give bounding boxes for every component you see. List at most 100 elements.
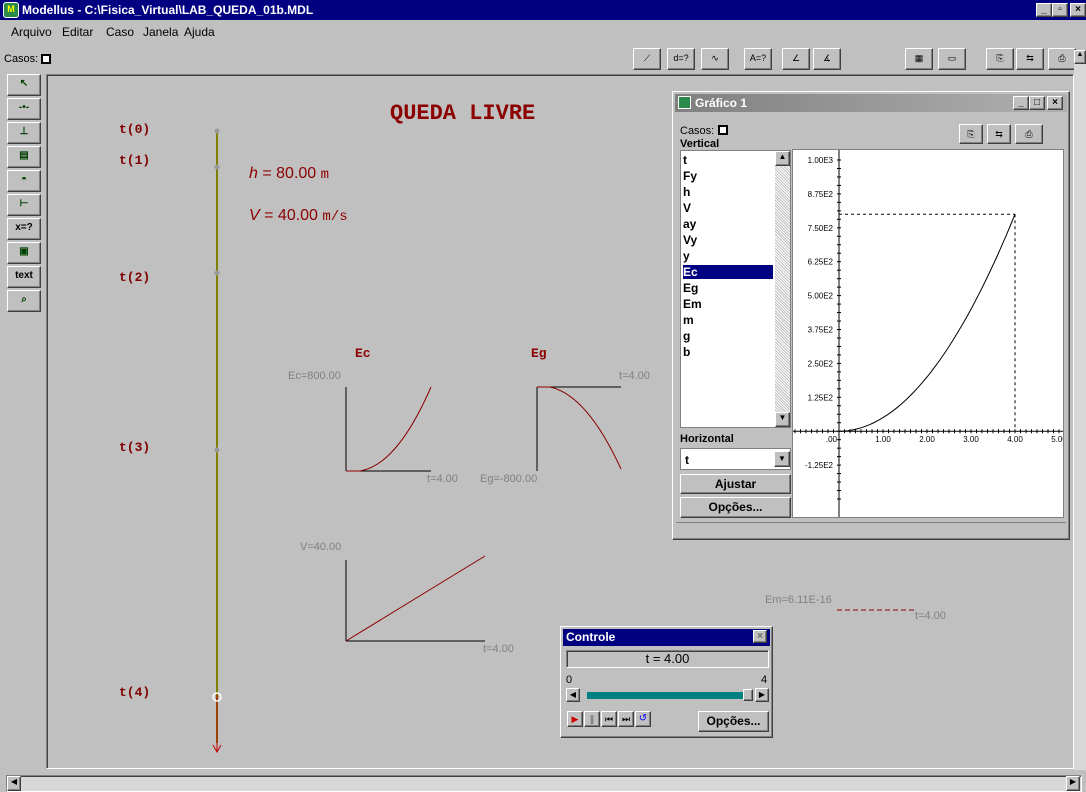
graph-minimize-button[interactable]: _ bbox=[1013, 96, 1029, 110]
ec-max-label: Ec=800.00 bbox=[288, 370, 341, 382]
graph-window[interactable]: Gráfico 1 _ □ × Casos: Vertical ⎘ ⇆ ⎙ t … bbox=[672, 91, 1070, 540]
text-tool-button[interactable]: text bbox=[7, 266, 41, 288]
play-icon[interactable]: ▶ bbox=[567, 711, 583, 727]
model-curve-icon[interactable]: ∿ bbox=[701, 48, 729, 70]
control-opcoes-button[interactable]: Opções... bbox=[698, 711, 769, 732]
variable-icon[interactable]: x=? bbox=[7, 218, 41, 240]
vertical-label: Vertical bbox=[680, 138, 720, 150]
graph-opcoes-button[interactable]: Opções... bbox=[680, 497, 791, 518]
list-item[interactable]: ay bbox=[683, 217, 773, 231]
control-close-button[interactable]: × bbox=[753, 630, 767, 643]
y-tick-label: 6.25E2 bbox=[808, 258, 834, 267]
graph-casos-checkbox[interactable] bbox=[718, 125, 728, 135]
list-item[interactable]: t bbox=[683, 153, 773, 167]
x-tick-label: 4.00 bbox=[1007, 435, 1023, 444]
control-title: Controle bbox=[566, 630, 616, 644]
list-item[interactable]: Em bbox=[683, 297, 773, 311]
rewind-icon[interactable]: ⏮ bbox=[601, 711, 617, 727]
pause-icon[interactable]: ❚ bbox=[584, 711, 600, 727]
v-readout: V = 40.00 m/s bbox=[249, 207, 348, 225]
ec-t-label: t=4.00 bbox=[427, 473, 458, 485]
v-t-label: t=4.00 bbox=[483, 643, 514, 655]
scroll-right-icon[interactable]: ▶ bbox=[1066, 776, 1080, 791]
time-slider[interactable] bbox=[581, 689, 754, 701]
list-item[interactable]: Eg bbox=[683, 281, 773, 295]
series-line bbox=[838, 214, 1016, 432]
list-item[interactable]: g bbox=[683, 329, 773, 343]
slider-thumb[interactable] bbox=[743, 689, 753, 701]
list-item[interactable]: h bbox=[683, 185, 773, 199]
print-icon[interactable]: ⎙ bbox=[1048, 48, 1076, 70]
list-item[interactable]: b bbox=[683, 345, 773, 359]
slider-left-icon[interactable]: ◀ bbox=[566, 688, 580, 702]
ajustar-button[interactable]: Ajustar bbox=[680, 474, 791, 494]
casos-checkbox[interactable] bbox=[41, 54, 51, 64]
menu-caso[interactable]: Caso bbox=[106, 25, 134, 39]
particle-icon[interactable]: -•- bbox=[7, 98, 41, 120]
h-value: = 80.00 bbox=[262, 165, 317, 182]
graph-plot-area[interactable]: 1.00E3 8.75E2 7.50E2 6.25E2 5.00E2 3.75E2 2.50… bbox=[792, 149, 1067, 518]
restore-button[interactable]: ▫ bbox=[1052, 3, 1068, 17]
graph-maximize-button[interactable]: □ bbox=[1029, 96, 1045, 110]
angle-icon[interactable]: ∡ bbox=[813, 48, 841, 70]
menu-arquivo[interactable]: Arquivo bbox=[11, 25, 52, 39]
x-tick-label: .00 bbox=[826, 435, 838, 444]
measure-icon[interactable]: ⌕ bbox=[7, 290, 41, 312]
y-tick-label: 8.75E2 bbox=[808, 190, 834, 199]
slider-right-icon[interactable]: ▶ bbox=[755, 688, 769, 702]
model-dt-icon[interactable]: d=? bbox=[667, 48, 695, 70]
graph-window-titlebar[interactable]: Gráfico 1 _ □ × bbox=[675, 94, 1067, 112]
horizontal-scrollbar[interactable]: ◀ ▶ bbox=[6, 775, 1082, 792]
toolbar: Casos: ⟋ d=? ∿ A=? ∠ ∡ ▦ ▭ ⎘ ⇆ ⎙ bbox=[0, 47, 1086, 71]
time-label-2: t(2) bbox=[119, 270, 151, 285]
control-titlebar[interactable]: Controle × bbox=[563, 629, 770, 646]
graph-icon[interactable]: ⊢ bbox=[7, 194, 41, 216]
gauge-icon[interactable]: ◓ bbox=[7, 170, 41, 192]
list-scrollbar[interactable] bbox=[775, 151, 790, 427]
step-icon[interactable]: ⏭ bbox=[618, 711, 634, 727]
list-item[interactable]: m bbox=[683, 313, 773, 327]
menu-ajuda[interactable]: Ajuda bbox=[184, 25, 215, 39]
list-item[interactable]: y bbox=[683, 249, 773, 263]
control-window[interactable]: Controle × t = 4.00 0 4 ◀ ▶ ▶ ❚ ⏮ ⏭ ↺ Op… bbox=[560, 626, 773, 738]
h-var: h bbox=[249, 165, 258, 182]
vector-icon[interactable]: ⊥ bbox=[7, 122, 41, 144]
graph-print-icon[interactable]: ⎙ bbox=[1015, 124, 1043, 144]
graph-copypaste-icon[interactable]: ⇆ bbox=[987, 124, 1011, 144]
chevron-down-icon[interactable]: ▼ bbox=[774, 451, 790, 467]
close-button[interactable]: × bbox=[1070, 3, 1086, 17]
pointer-icon[interactable]: ↖ bbox=[7, 74, 41, 96]
list-scroll-up-icon[interactable]: ▲ bbox=[775, 151, 790, 166]
vertical-scrollbar[interactable]: ▲ bbox=[1074, 50, 1086, 770]
eg-t-label: t=4.00 bbox=[619, 370, 650, 382]
list-item-selected[interactable]: Ec bbox=[683, 265, 773, 279]
copy-icon[interactable]: ⎘ bbox=[986, 48, 1014, 70]
table-icon[interactable]: ▦ bbox=[905, 48, 933, 70]
y-tick-label: 3.75E2 bbox=[808, 326, 834, 335]
window-icon[interactable]: ▭ bbox=[938, 48, 966, 70]
menu-editar[interactable]: Editar bbox=[62, 25, 93, 39]
model-a-icon[interactable]: A=? bbox=[744, 48, 772, 70]
graph-close-button[interactable]: × bbox=[1047, 96, 1063, 110]
graph-copy-icon[interactable]: ⎘ bbox=[959, 124, 983, 144]
list-item[interactable]: Vy bbox=[683, 233, 773, 247]
menu-janela[interactable]: Janela bbox=[143, 25, 178, 39]
copy-paste-icon[interactable]: ⇆ bbox=[1016, 48, 1044, 70]
image-icon[interactable]: ▣ bbox=[7, 242, 41, 264]
time-label-4: t(4) bbox=[119, 685, 151, 700]
tangent-icon[interactable]: ∠ bbox=[782, 48, 810, 70]
y-tick-label: 1.25E2 bbox=[808, 393, 834, 402]
scroll-left-icon[interactable]: ◀ bbox=[7, 776, 21, 791]
h-unit: m bbox=[320, 167, 330, 183]
replay-icon[interactable]: ↺ bbox=[635, 711, 651, 727]
list-item[interactable]: Fy bbox=[683, 169, 773, 183]
graph-casos-label: Casos: bbox=[680, 125, 715, 137]
graph-xy-icon[interactable]: ⟋ bbox=[633, 48, 661, 70]
horizontal-select[interactable]: t ▼ bbox=[680, 448, 791, 470]
scroll-up-icon[interactable]: ▲ bbox=[1074, 50, 1086, 64]
minimize-button[interactable]: _ bbox=[1036, 3, 1052, 17]
vertical-variable-list[interactable]: t Fy h V ay Vy y Ec Eg Em m g b ▲ ▼ bbox=[680, 150, 791, 428]
list-item[interactable]: V bbox=[683, 201, 773, 215]
list-scroll-down-icon[interactable]: ▼ bbox=[775, 412, 790, 427]
level-icon[interactable]: ▤ bbox=[7, 146, 41, 168]
